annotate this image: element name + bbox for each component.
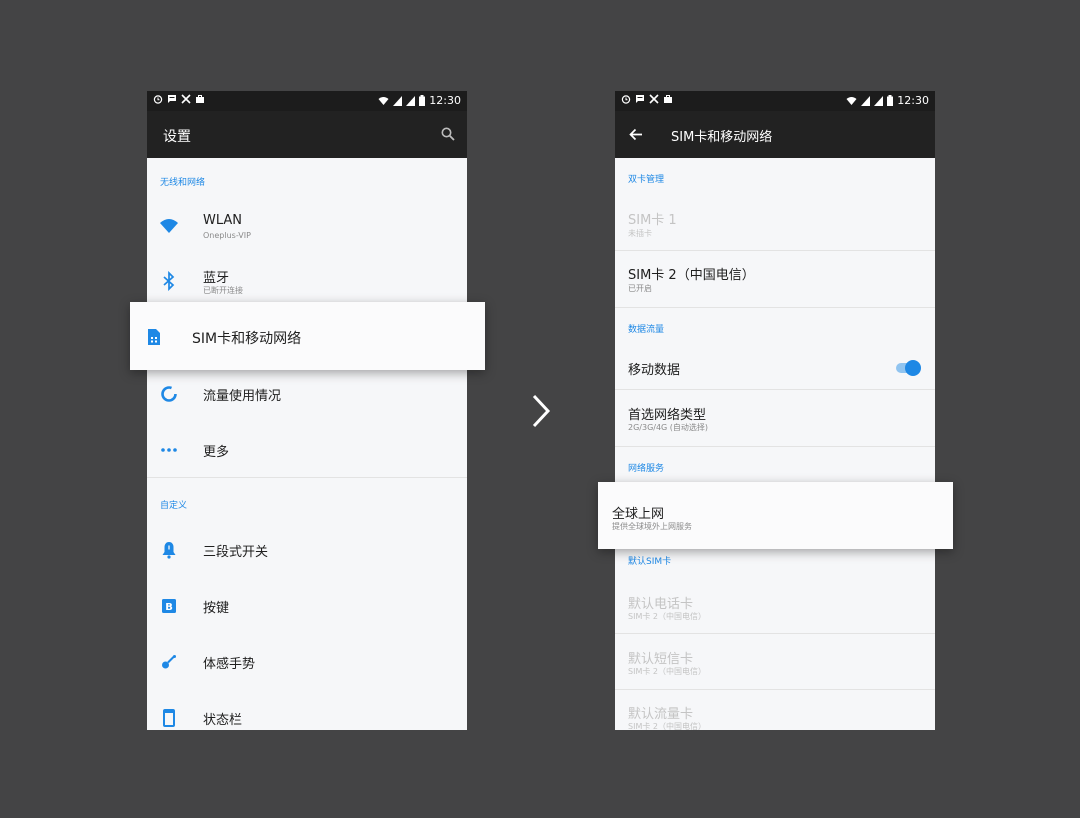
settings-item-gestures[interactable]: 体感手势 — [147, 634, 467, 690]
default-sms-value: SIM卡 2（中国电信） — [628, 667, 706, 676]
preferred-network-item[interactable]: 首选网络类型 2G/3G/4G (自动选择) — [615, 390, 935, 446]
tools-icon — [649, 94, 659, 104]
settings-screen: 12:30 设置 无线和网络 WLAN Oneplus-VIP 蓝牙 已断开连接… — [147, 91, 467, 730]
settings-item-data-usage[interactable]: 流量使用情况 — [147, 366, 467, 422]
divider — [147, 477, 467, 478]
search-icon[interactable] — [441, 127, 455, 141]
settings-item-title: WLAN — [203, 213, 243, 228]
chevron-right-icon — [532, 394, 551, 428]
settings-item-status-bar[interactable]: 状态栏 — [147, 690, 467, 730]
sim2-title: SIM卡 2（中国电信） — [628, 268, 755, 283]
sim1-status: 未插卡 — [628, 229, 652, 238]
app-bar: SIM卡和移动网络 — [615, 111, 935, 158]
phone-outline-icon — [163, 709, 175, 727]
settings-item-title: 按键 — [203, 601, 230, 616]
section-header-data: 数据流量 — [628, 325, 665, 335]
global-access-subtitle: 提供全球境外上网服务 — [612, 522, 692, 531]
default-call-value: SIM卡 2（中国电信） — [628, 612, 706, 621]
section-header-wireless: 无线和网络 — [160, 178, 206, 188]
default-data-value: SIM卡 2（中国电信） — [628, 722, 706, 730]
sim2-item[interactable]: SIM卡 2（中国电信） 已开启 — [615, 251, 935, 307]
page-title: 设置 — [163, 129, 191, 145]
section-header-dual-sim: 双卡管理 — [628, 175, 665, 185]
divider — [615, 446, 935, 447]
page-title: SIM卡和移动网络 — [671, 130, 773, 145]
gesture-icon — [162, 655, 176, 669]
briefcase-icon — [196, 95, 204, 103]
sim1-item: SIM卡 1 未插卡 — [615, 195, 935, 250]
settings-item-subtitle: 已断开连接 — [203, 286, 243, 295]
status-bar: 12:30 — [147, 91, 467, 111]
status-bar: 12:30 — [615, 91, 935, 111]
svg-text:B: B — [165, 602, 173, 613]
sim-card-icon — [148, 329, 160, 345]
mobile-data-item[interactable]: 移动数据 — [615, 346, 935, 389]
default-data-item: 默认流量卡 SIM卡 2（中国电信） — [615, 690, 935, 730]
signal-icon — [861, 95, 871, 106]
settings-item-subtitle: Oneplus-VIP — [203, 231, 251, 240]
sim1-title: SIM卡 1 — [628, 213, 677, 228]
tools-icon — [181, 94, 191, 104]
global-access-item[interactable]: 全球上网 提供全球境外上网服务 — [598, 482, 953, 549]
default-call-item: 默认电话卡 SIM卡 2（中国电信） — [615, 578, 935, 633]
bluetooth-icon — [163, 271, 175, 291]
alert-slider-icon — [162, 542, 176, 559]
settings-item-alert-slider[interactable]: 三段式开关 — [147, 522, 467, 578]
wifi-icon — [378, 96, 389, 105]
settings-item-more[interactable]: 更多 — [147, 422, 467, 477]
status-time: 12:30 — [429, 94, 461, 107]
mobile-data-toggle[interactable] — [896, 360, 921, 376]
back-arrow-icon[interactable] — [629, 128, 643, 141]
status-time: 12:30 — [897, 94, 929, 107]
settings-item-title: 流量使用情况 — [203, 389, 282, 404]
key-icon: B — [162, 599, 176, 613]
default-call-title: 默认电话卡 — [628, 597, 694, 612]
sim-mobile-network-screen: 12:30 SIM卡和移动网络 双卡管理 SIM卡 1 未插卡 SIM卡 2（中… — [615, 91, 935, 730]
alarm-icon — [153, 95, 163, 104]
app-bar: 设置 — [147, 111, 467, 158]
signal-icon — [874, 95, 884, 106]
preferred-network-title: 首选网络类型 — [628, 408, 707, 423]
settings-item-sim-mobile-network[interactable]: SIM卡和移动网络 — [130, 302, 485, 370]
section-header-network-services: 网络服务 — [628, 464, 665, 474]
global-access-title: 全球上网 — [612, 507, 665, 522]
default-data-title: 默认流量卡 — [628, 707, 694, 722]
mobile-data-title: 移动数据 — [628, 363, 681, 378]
briefcase-icon — [664, 95, 672, 103]
signal-icon — [406, 95, 416, 106]
message-icon — [636, 95, 644, 103]
divider — [615, 307, 935, 308]
section-header-custom: 自定义 — [160, 501, 188, 511]
battery-icon — [887, 95, 894, 106]
signal-icon — [393, 95, 403, 106]
settings-item-wlan[interactable]: WLAN Oneplus-VIP — [147, 203, 467, 257]
default-sms-title: 默认短信卡 — [628, 652, 694, 667]
settings-item-title: 蓝牙 — [203, 271, 230, 286]
battery-icon — [419, 95, 426, 106]
wifi-icon — [846, 96, 857, 105]
wifi-icon — [160, 219, 178, 233]
settings-item-buttons[interactable]: B 按键 — [147, 578, 467, 634]
toggle-knob — [905, 360, 921, 376]
more-dots-icon — [161, 448, 177, 452]
data-usage-icon — [161, 386, 177, 402]
default-sms-item: 默认短信卡 SIM卡 2（中国电信） — [615, 634, 935, 689]
alarm-icon — [621, 95, 631, 104]
section-header-default-sim: 默认SIM卡 — [628, 557, 672, 567]
settings-item-title: 更多 — [203, 445, 230, 460]
settings-item-title: SIM卡和移动网络 — [192, 331, 302, 347]
preferred-network-value: 2G/3G/4G (自动选择) — [628, 423, 709, 432]
settings-item-title: 三段式开关 — [203, 545, 269, 560]
settings-item-title: 体感手势 — [203, 657, 256, 672]
sim2-status: 已开启 — [628, 284, 652, 293]
message-icon — [168, 95, 176, 103]
settings-item-title: 状态栏 — [203, 713, 243, 728]
